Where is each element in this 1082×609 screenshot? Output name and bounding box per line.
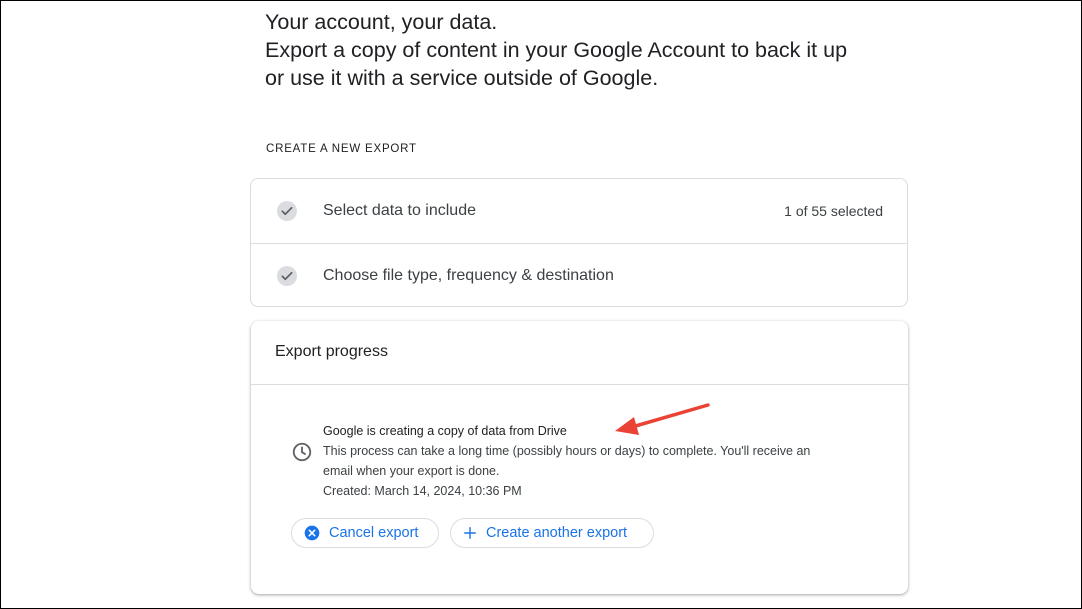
create-another-export-label: Create another export [486,525,628,541]
step-select-data[interactable]: Select data to include 1 of 55 selected [251,179,907,244]
annotation-arrow-icon [615,403,710,435]
intro-description-line-1: Export a copy of content in your Google … [265,38,848,62]
plus-icon [463,526,477,540]
create-another-export-button[interactable]: Create another export [450,518,654,548]
progress-title: Export progress [275,343,388,360]
cancel-export-label: Cancel export [329,525,419,541]
selected-count: 1 of 55 selected [784,203,883,219]
export-progress-card: Export progress Google is creating a cop… [251,321,908,594]
cancel-circle-icon [304,525,320,541]
check-icon [277,201,297,221]
step-label: Select data to include [323,202,476,219]
step-choose-file-type[interactable]: Choose file type, frequency & destinatio… [251,244,907,308]
intro-description-line-2: or use it with a service outside of Goog… [265,66,659,90]
cancel-export-button[interactable]: Cancel export [291,518,439,548]
created-timestamp: Created: March 14, 2024, 10:36 PM [323,484,522,498]
progress-header: Export progress [251,321,908,385]
status-note-line-2: email when your export is done. [323,464,500,478]
clock-icon [291,441,313,468]
page-intro: Your account, your data. Export a copy o… [265,8,905,92]
progress-actions: Cancel export Create another export [291,518,654,548]
step-label: Choose file type, frequency & destinatio… [323,267,614,284]
status-main: Google is creating a copy of data from D… [323,424,567,438]
export-steps-card: Select data to include 1 of 55 selected … [250,178,908,307]
intro-heading: Your account, your data. [265,10,498,34]
section-label: CREATE A NEW EXPORT [266,143,417,155]
status-note-line-1: This process can take a long time (possi… [323,444,811,458]
export-status: Google is creating a copy of data from D… [323,421,863,501]
check-icon [277,266,297,286]
